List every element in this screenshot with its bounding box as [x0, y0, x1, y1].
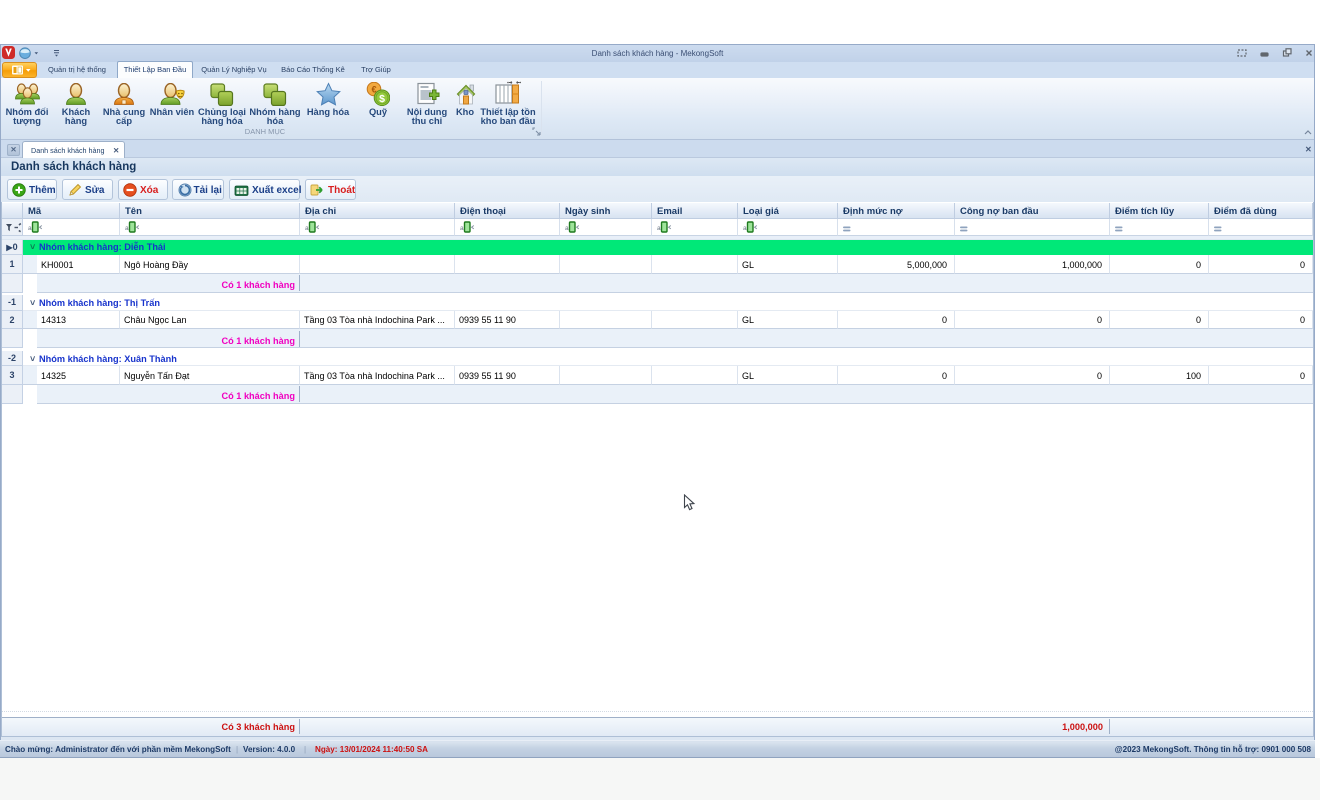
svg-text:a: a [565, 225, 569, 232]
svg-text:$: $ [379, 93, 385, 105]
svg-text:a: a [125, 225, 129, 232]
svg-text:a: a [305, 225, 309, 232]
svg-text:a: a [657, 225, 661, 232]
svg-text:a: a [28, 225, 32, 232]
svg-text:a: a [460, 225, 464, 232]
svg-text:a: a [743, 225, 747, 232]
